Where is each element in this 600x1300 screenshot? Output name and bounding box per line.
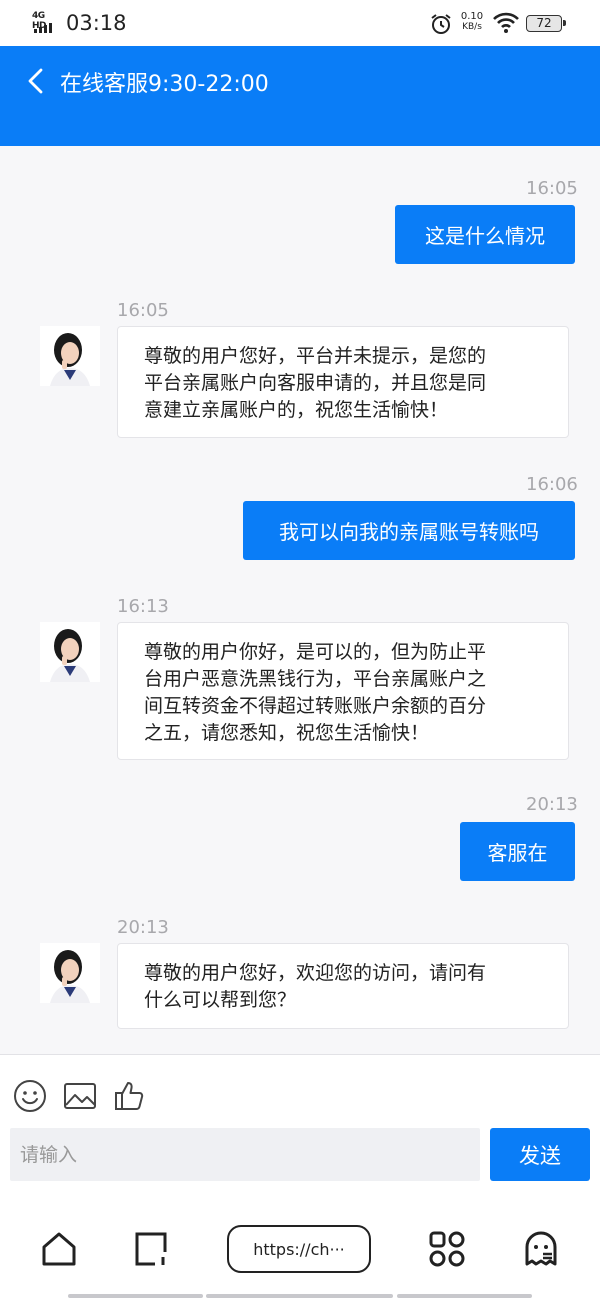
send-button[interactable]: 发送 <box>490 1128 590 1181</box>
apps-grid-icon[interactable] <box>428 1230 466 1268</box>
emoji-icon[interactable] <box>13 1079 47 1113</box>
back-icon[interactable] <box>24 66 48 96</box>
ghost-menu-icon[interactable] <box>522 1230 560 1268</box>
page-indicator <box>68 1294 203 1298</box>
agent-avatar <box>40 326 100 386</box>
wifi-icon <box>493 12 519 33</box>
tabs-icon[interactable] <box>133 1230 171 1268</box>
network-speed: 0.10 KB/s <box>460 11 484 32</box>
message-timestamp: 16:05 <box>117 300 169 321</box>
agent-avatar-image <box>40 943 100 1003</box>
message-bubble-sent[interactable]: 我可以向我的亲属账号转账吗 <box>243 501 575 560</box>
image-icon[interactable] <box>63 1079 97 1113</box>
message-bubble-received[interactable]: 尊敬的用户您好，平台并未提示，是您的 平台亲属账户向客服申请的，并且您是同 意建… <box>117 326 569 438</box>
url-bar[interactable]: https://ch··· <box>227 1225 371 1273</box>
message-bubble-received[interactable]: 尊敬的用户您好，欢迎您的访问，请问有 什么可以帮到您？ <box>117 943 569 1029</box>
alarm-icon <box>431 14 451 34</box>
chat-messages[interactable]: 16:05 这是什么情况 16:05 尊敬的用户您好，平台并未提示，是您的 平台… <box>0 146 600 1054</box>
browser-toolbar: https://ch··· <box>0 1194 600 1300</box>
home-icon[interactable] <box>40 1230 78 1268</box>
message-bubble-sent[interactable]: 客服在 <box>460 822 575 881</box>
message-timestamp: 16:05 <box>526 178 578 199</box>
page-indicator <box>206 1294 393 1298</box>
message-bubble-received[interactable]: 尊敬的用户你好，是可以的，但为防止平 台用户恶意洗黑钱行为，平台亲属账户之 间互… <box>117 622 569 760</box>
message-timestamp: 20:13 <box>526 794 578 815</box>
clock: 03:18 <box>66 11 127 35</box>
cellular-signal-icon: 4G HD <box>32 11 60 35</box>
page-indicator <box>397 1294 532 1298</box>
message-bubble-sent[interactable]: 这是什么情况 <box>395 205 575 264</box>
message-timestamp: 16:06 <box>526 474 578 495</box>
status-bar: 4G HD 03:18 0.10 KB/s 72 <box>0 0 600 46</box>
agent-avatar <box>40 943 100 1003</box>
message-timestamp: 16:13 <box>117 596 169 617</box>
composer: 发送 <box>0 1054 600 1194</box>
message-timestamp: 20:13 <box>117 917 169 938</box>
agent-avatar-image <box>40 622 100 682</box>
chat-header: 在线客服9:30-22:00 <box>0 46 600 146</box>
thumbs-up-icon[interactable] <box>113 1079 147 1113</box>
battery-indicator: 72 <box>526 15 566 32</box>
message-input[interactable] <box>10 1128 480 1181</box>
agent-avatar-image <box>40 326 100 386</box>
page-title: 在线客服9:30-22:00 <box>60 72 269 97</box>
agent-avatar <box>40 622 100 682</box>
